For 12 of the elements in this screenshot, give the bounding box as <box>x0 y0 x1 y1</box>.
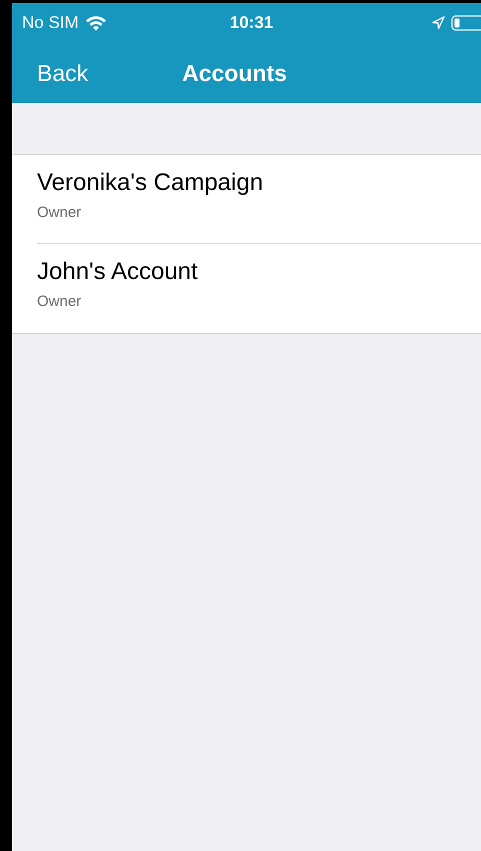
account-role: Owner <box>37 202 82 223</box>
carrier-label: No SIM <box>22 12 79 34</box>
account-row[interactable]: Veronika's Campaign Owner <box>37 155 481 244</box>
account-name: Veronika's Campaign <box>37 169 264 198</box>
time-label: 10:31 <box>230 13 274 32</box>
account-name: John's Account <box>37 258 199 287</box>
location-arrow-icon <box>432 16 445 30</box>
account-row[interactable]: John's Account Owner <box>12 244 481 333</box>
battery-icon <box>451 15 481 31</box>
account-role: Owner <box>37 292 82 312</box>
page-title: Accounts <box>182 58 287 88</box>
wifi-icon <box>84 15 107 31</box>
